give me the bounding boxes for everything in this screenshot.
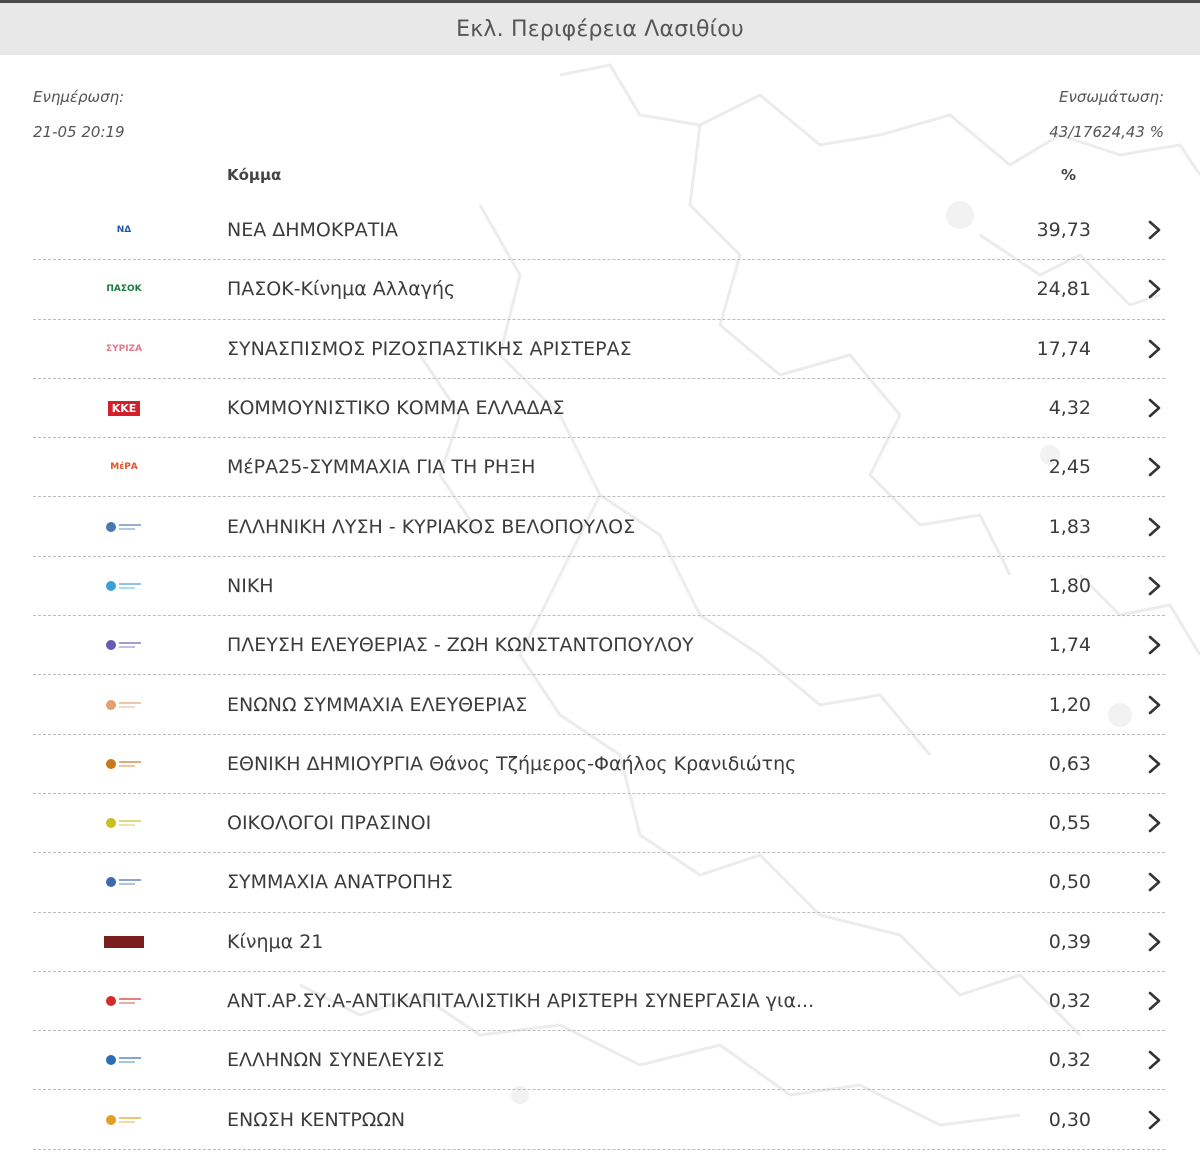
nd-logo: ΝΔ xyxy=(103,218,145,242)
party-name: Κίνημα 21 xyxy=(227,930,324,953)
party-name: ΝΕΑ ΔΗΜΟΚΡΑΤΙΑ xyxy=(227,219,399,242)
enosi-kentroon-logo xyxy=(103,1108,145,1132)
chevron-right-icon[interactable] xyxy=(1143,1109,1165,1131)
party-row[interactable]: Κίνημα 21 0,39 xyxy=(33,913,1165,972)
incorporation-percent: 24,43 % xyxy=(1102,123,1164,141)
party-name: ΠΛΕΥΣΗ ΕΛΕΥΘΕΡΙΑΣ - ΖΩΗ ΚΩΝΣΤΑΝΤΟΠΟΥΛΟΥ xyxy=(227,634,694,657)
party-percent: 24,81 xyxy=(1036,278,1091,301)
party-row[interactable]: ΚΚΕ ΚΟΜΜΟΥΝΙΣΤΙΚΟ ΚΟΜΜΑ ΕΛΛΑΔΑΣ 4,32 xyxy=(33,379,1165,439)
chevron-right-icon[interactable] xyxy=(1143,278,1165,300)
syriza-logo: ΣΥΡΙΖΑ xyxy=(103,337,145,361)
party-row[interactable]: ΝΙΚΗ 1,80 xyxy=(33,557,1165,617)
party-row[interactable]: ΕΝΩΣΗ ΚΕΝΤΡΩΩΝ 0,30 xyxy=(33,1090,1165,1150)
results-table: ΝΔ ΝΕΑ ΔΗΜΟΚΡΑΤΙΑ 39,73 ΠΑΣΟΚ ΠΑΣΟΚ-Κίνημα Α… xyxy=(33,201,1165,1150)
logo-text: ΠΑΣΟΚ xyxy=(106,284,142,295)
page-title: Εκλ. Περιφέρεια Λασιθίου xyxy=(456,16,744,42)
niki-logo xyxy=(103,574,145,598)
elliniki-lysi-logo xyxy=(103,515,145,539)
chevron-right-icon[interactable] xyxy=(1143,1049,1165,1071)
chevron-right-icon[interactable] xyxy=(1143,990,1165,1012)
logo-text: ΜέΡΑ xyxy=(110,462,138,473)
column-header-percent: % xyxy=(1061,166,1077,184)
party-row[interactable]: ΑΝΤ.ΑΡ.ΣΥ.Α-ΑΝΤΙΚΑΠΙΤΑΛΙΣΤΙΚΗ ΑΡΙΣΤΕΡΗ Σ… xyxy=(33,972,1165,1032)
chevron-right-icon[interactable] xyxy=(1143,931,1165,953)
kke-logo: ΚΚΕ xyxy=(103,396,145,420)
party-percent: 0,63 xyxy=(1048,752,1091,775)
party-row[interactable]: ΣΥΡΙΖΑ ΣΥΝΑΣΠΙΣΜΟΣ ΡΙΖΟΣΠΑΣΤΙΚΗΣ ΑΡΙΣΤΕΡΑ… xyxy=(33,320,1165,379)
pasok-logo: ΠΑΣΟΚ xyxy=(103,277,145,301)
party-name: ΕΛΛΗΝΩΝ ΣΥΝΕΛΕΥΣΙΣ xyxy=(227,1049,445,1072)
party-name: ΕΝΩΣΗ ΚΕΝΤΡΩΩΝ xyxy=(227,1108,406,1131)
antarsya-logo xyxy=(103,989,145,1013)
party-name: ΕΛΛΗΝΙΚΗ ΛΥΣΗ - ΚΥΡΙΑΚΟΣ ΒΕΛΟΠΟΥΛΟΣ xyxy=(227,515,636,538)
page-header: Εκλ. Περιφέρεια Λασιθίου xyxy=(0,3,1200,55)
party-percent: 1,20 xyxy=(1048,693,1091,716)
kinima21-logo xyxy=(103,930,145,954)
chevron-right-icon[interactable] xyxy=(1143,575,1165,597)
party-name: ΣΥΜΜΑΧΙΑ ΑΝΑΤΡΟΠΗΣ xyxy=(227,871,453,894)
party-percent: 0,50 xyxy=(1048,871,1091,894)
incorporation-count: 43/176 xyxy=(1049,123,1103,141)
party-percent: 0,39 xyxy=(1048,930,1091,953)
party-percent: 0,30 xyxy=(1048,1108,1091,1131)
party-row[interactable]: ΕΛΛΗΝΙΚΗ ΛΥΣΗ - ΚΥΡΙΑΚΟΣ ΒΕΛΟΠΟΥΛΟΣ 1,83 xyxy=(33,497,1165,557)
chevron-right-icon[interactable] xyxy=(1143,456,1165,478)
party-name: ΕΘΝΙΚΗ ΔΗΜΙΟΥΡΓΙΑ Θάνος Τζήμερος-Φαήλος … xyxy=(227,752,797,775)
chevron-right-icon[interactable] xyxy=(1143,397,1165,419)
ethniki-dimiourgia-logo xyxy=(103,752,145,776)
oikologoi-logo xyxy=(103,811,145,835)
party-name: ΑΝΤ.ΑΡ.ΣΥ.Α-ΑΝΤΙΚΑΠΙΤΑΛΙΣΤΙΚΗ ΑΡΙΣΤΕΡΗ Σ… xyxy=(227,990,815,1012)
party-percent: 0,32 xyxy=(1048,1049,1091,1072)
party-row[interactable]: ΠΑΣΟΚ ΠΑΣΟΚ-Κίνημα Αλλαγής 24,81 xyxy=(33,260,1165,320)
party-name: ΝΙΚΗ xyxy=(227,574,274,597)
column-header-party: Κόμμα xyxy=(227,166,282,184)
logo-text: ΣΥΡΙΖΑ xyxy=(105,343,143,354)
party-percent: 39,73 xyxy=(1036,219,1091,242)
party-name: ΠΑΣΟΚ-Κίνημα Αλλαγής xyxy=(227,278,456,301)
chevron-right-icon[interactable] xyxy=(1143,219,1165,241)
party-percent: 17,74 xyxy=(1036,337,1091,360)
party-percent: 1,80 xyxy=(1048,574,1091,597)
party-name: ΜέΡΑ25-ΣΥΜΜΑΧΙΑ ΓΙΑ ΤΗ ΡΗΞΗ xyxy=(227,456,536,479)
party-row[interactable]: ΕΘΝΙΚΗ ΔΗΜΙΟΥΡΓΙΑ Θάνος Τζήμερος-Φαήλος … xyxy=(33,735,1165,794)
party-row[interactable]: ΜέΡΑ ΜέΡΑ25-ΣΥΜΜΑΧΙΑ ΓΙΑ ΤΗ ΡΗΞΗ 2,45 xyxy=(33,438,1165,498)
party-name: ΣΥΝΑΣΠΙΣΜΟΣ ΡΙΖΟΣΠΑΣΤΙΚΗΣ ΑΡΙΣΤΕΡΑΣ xyxy=(227,337,632,360)
party-name: ΕΝΩΝΩ ΣΥΜΜΑΧΙΑ ΕΛΕΥΘΕΡΙΑΣ xyxy=(227,693,528,716)
party-row[interactable]: ΝΔ ΝΕΑ ΔΗΜΟΚΡΑΤΙΑ 39,73 xyxy=(33,201,1165,261)
chevron-right-icon[interactable] xyxy=(1143,338,1165,360)
party-percent: 4,32 xyxy=(1048,397,1091,420)
incorporation-values: 43/17624,43 % xyxy=(1049,123,1164,141)
chevron-right-icon[interactable] xyxy=(1143,634,1165,656)
logo-text: ΚΚΕ xyxy=(107,400,141,416)
party-percent: 2,45 xyxy=(1048,456,1091,479)
update-label: Ενημέρωση: xyxy=(33,88,125,106)
update-value: 21-05 20:19 xyxy=(33,123,125,141)
party-row[interactable]: ΣΥΜΜΑΧΙΑ ΑΝΑΤΡΟΠΗΣ 0,50 xyxy=(33,853,1165,913)
party-percent: 0,55 xyxy=(1048,812,1091,835)
party-percent: 1,74 xyxy=(1048,634,1091,657)
party-name: ΟΙΚΟΛΟΓΟΙ ΠΡΑΣΙΝΟΙ xyxy=(227,812,432,835)
chevron-right-icon[interactable] xyxy=(1143,753,1165,775)
plefsi-logo xyxy=(103,633,145,657)
party-row[interactable]: ΕΝΩΝΩ ΣΥΜΜΑΧΙΑ ΕΛΕΥΘΕΡΙΑΣ 1,20 xyxy=(33,675,1165,735)
ellinon-synelefsis-logo xyxy=(103,1048,145,1072)
chevron-right-icon[interactable] xyxy=(1143,871,1165,893)
chevron-right-icon[interactable] xyxy=(1143,516,1165,538)
party-row[interactable]: ΕΛΛΗΝΩΝ ΣΥΝΕΛΕΥΣΙΣ 0,32 xyxy=(33,1031,1165,1091)
party-percent: 0,32 xyxy=(1048,990,1091,1012)
enono-logo xyxy=(103,693,145,717)
logo-text: ΝΔ xyxy=(116,225,132,236)
mera25-logo: ΜέΡΑ xyxy=(103,455,145,479)
chevron-right-icon[interactable] xyxy=(1143,812,1165,834)
party-percent: 1,83 xyxy=(1048,515,1091,538)
party-row[interactable]: ΟΙΚΟΛΟΓΟΙ ΠΡΑΣΙΝΟΙ 0,55 xyxy=(33,794,1165,854)
party-row[interactable]: ΠΛΕΥΣΗ ΕΛΕΥΘΕΡΙΑΣ - ΖΩΗ ΚΩΝΣΤΑΝΤΟΠΟΥΛΟΥ 1… xyxy=(33,616,1165,676)
party-name: ΚΟΜΜΟΥΝΙΣΤΙΚΟ ΚΟΜΜΑ ΕΛΛΑΔΑΣ xyxy=(227,397,565,420)
chevron-right-icon[interactable] xyxy=(1143,694,1165,716)
anatropi-logo xyxy=(103,870,145,894)
incorporation-label: Ενσωμάτωση: xyxy=(1058,88,1164,106)
